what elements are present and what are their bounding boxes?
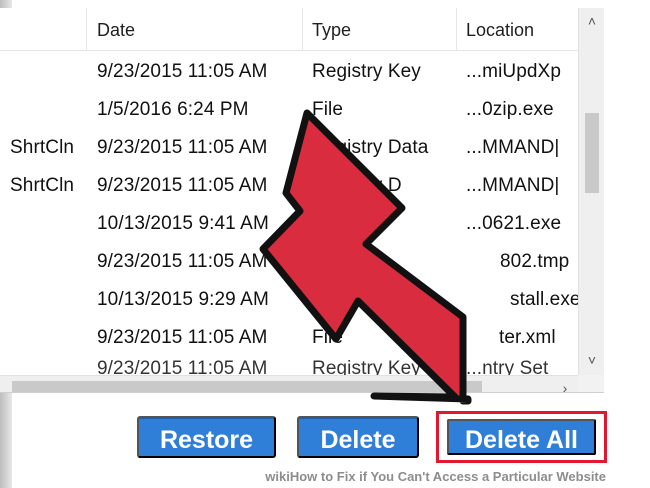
table-row[interactable]: 10/13/2015 9:29 AM stall.exe	[0, 282, 581, 320]
delete-button[interactable]: Delete	[297, 416, 419, 458]
chevron-up-icon[interactable]: ˄	[579, 13, 604, 29]
row-location: ...MMAND|	[466, 137, 560, 158]
row-location: ter.xml	[499, 327, 556, 348]
table-row[interactable]: ShrtCln 9/23/2015 11:05 AM Registry Data…	[0, 130, 578, 168]
row-type: Registry Key	[312, 358, 421, 375]
horizontal-scroll-thumb[interactable]	[12, 381, 482, 392]
row-date: 10/13/2015 9:41 AM	[97, 213, 269, 234]
watermark-footer: wikiHow to Fix if You Can't Access a Par…	[0, 464, 650, 488]
table-row[interactable]: 9/23/2015 11:05 AM Registry Key ...miUpd…	[0, 54, 578, 92]
row-type: File	[312, 327, 344, 348]
row-name: ShrtCln	[10, 137, 75, 158]
vertical-scrollbar[interactable]: ˄ ˅	[578, 8, 604, 375]
row-location: ...MMAND|	[466, 175, 560, 196]
row-date: 1/5/2016 6:24 PM	[97, 99, 249, 120]
row-date: 9/23/2015 11:05 AM	[97, 251, 268, 272]
table-row[interactable]: ShrtCln 9/23/2015 11:05 AM Registry D ..…	[0, 168, 578, 206]
row-type: Registry Data	[312, 137, 429, 158]
column-header-row: Date Type Location	[0, 8, 578, 51]
table-row[interactable]: 9/23/2015 11:05 AM File ter.xml	[0, 320, 578, 358]
row-type: File	[312, 99, 344, 120]
vertical-scroll-thumb[interactable]	[585, 113, 599, 193]
row-date: 9/23/2015 11:05 AM	[97, 137, 268, 158]
row-name: ShrtCln	[10, 175, 75, 196]
row-location: stall.exe	[510, 289, 581, 310]
row-type: Registry D	[312, 175, 402, 196]
horizontal-scrollbar[interactable]: ›	[0, 375, 578, 392]
column-divider[interactable]	[302, 8, 303, 50]
table-row[interactable]: 1/5/2016 6:24 PM File ...0zip.exe	[0, 92, 578, 130]
delete-all-highlight: Delete All	[436, 411, 607, 463]
row-type: Registry Key	[312, 61, 421, 82]
row-date: 9/23/2015 11:05 AM	[97, 327, 268, 348]
row-location: ...0zip.exe	[466, 99, 554, 120]
row-location: ...ntry Set	[466, 358, 549, 375]
column-header-location[interactable]: Location	[466, 20, 534, 41]
row-date: 9/23/2015 11:05 AM	[97, 175, 268, 196]
row-date: 10/13/2015 9:29 AM	[97, 289, 269, 310]
partially-visible-row[interactable]: 9/23/2015 11:05 AM Registry Key ...ntry …	[0, 357, 578, 375]
row-type: Fi	[312, 213, 329, 234]
scroll-corner	[578, 375, 604, 392]
table-row[interactable]: 10/13/2015 9:41 AM Fi ...0621.exe	[0, 206, 578, 244]
delete-all-button[interactable]: Delete All	[447, 419, 596, 455]
column-divider[interactable]	[86, 8, 87, 50]
row-location: ...0621.exe	[466, 213, 562, 234]
row-location: ...miUpdXp	[466, 61, 561, 82]
row-location: 802.tmp	[500, 251, 570, 272]
screenshot-frame: Date Type Location 9/23/2015 11:05 AM Re…	[0, 0, 650, 488]
column-header-date[interactable]: Date	[97, 20, 135, 41]
column-header-type[interactable]: Type	[312, 20, 351, 41]
row-date: 9/23/2015 11:05 AM	[97, 61, 268, 82]
chevron-right-icon[interactable]: ›	[552, 380, 578, 392]
row-date: 9/23/2015 11:05 AM	[97, 358, 268, 375]
watermark-text: wikiHow to Fix if You Can't Access a Par…	[265, 468, 606, 484]
restore-button[interactable]: Restore	[137, 416, 276, 458]
quarantine-list: Date Type Location 9/23/2015 11:05 AM Re…	[0, 8, 604, 393]
chevron-down-icon[interactable]: ˅	[579, 352, 604, 368]
column-divider[interactable]	[456, 8, 457, 50]
table-row[interactable]: 9/23/2015 11:05 AM 802.tmp	[0, 244, 578, 282]
